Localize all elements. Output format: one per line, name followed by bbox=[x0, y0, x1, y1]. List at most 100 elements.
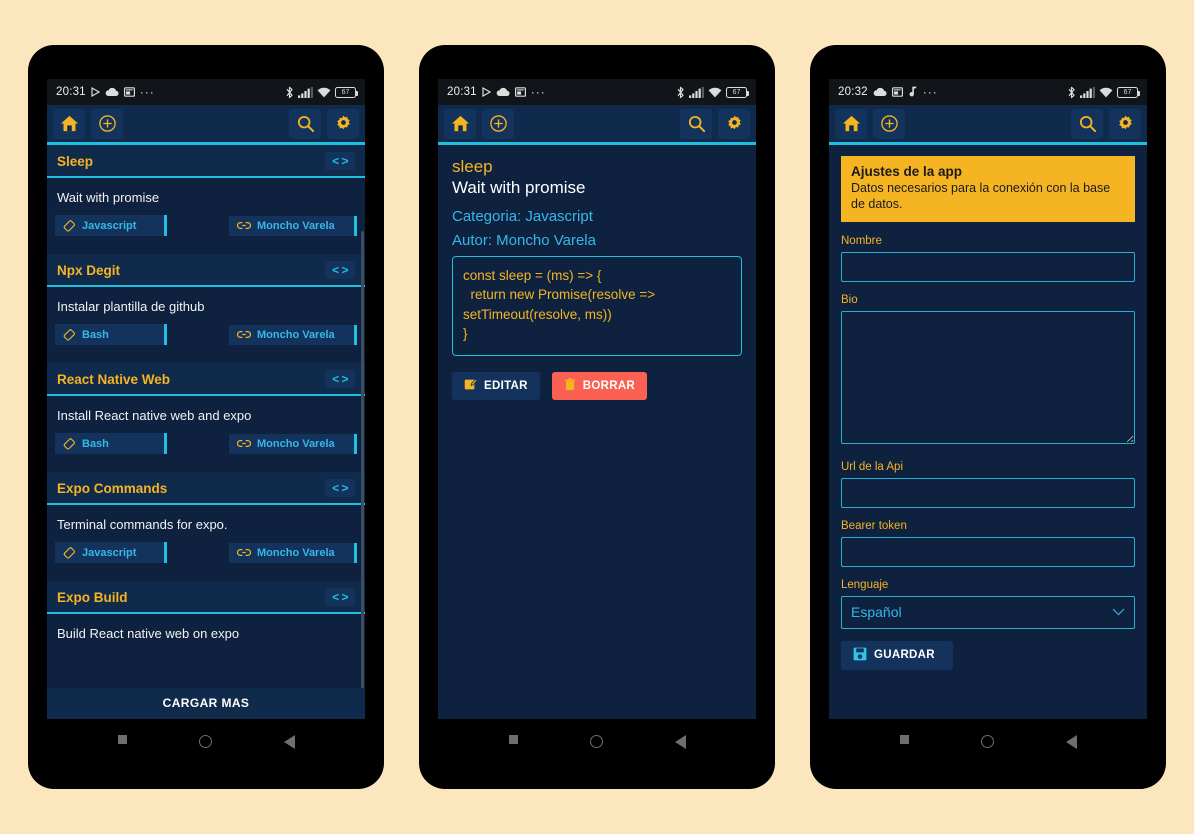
circle-home-icon[interactable] bbox=[589, 735, 603, 748]
language-chip[interactable]: Javascript bbox=[55, 215, 167, 236]
snippet-card[interactable]: Npx Degit < > Instalar plantilla de gith… bbox=[47, 254, 365, 356]
snippet-card[interactable]: Expo Build < > Build React native web on… bbox=[47, 581, 365, 651]
view-code-button[interactable]: < > bbox=[325, 261, 355, 279]
detail-author: Autor: Moncho Varela bbox=[452, 231, 596, 249]
tag-icon bbox=[63, 219, 76, 232]
bluetooth-icon bbox=[285, 86, 294, 99]
search-button[interactable] bbox=[680, 108, 712, 139]
more-dots-icon: ··· bbox=[530, 85, 546, 99]
square-recents-icon[interactable] bbox=[117, 735, 127, 744]
cellular-signal-icon bbox=[1080, 86, 1095, 98]
more-dots-icon: ··· bbox=[922, 85, 938, 99]
list-scrollbar[interactable] bbox=[361, 231, 364, 701]
author-chip[interactable]: Moncho Varela bbox=[229, 433, 357, 454]
play-triangle-icon bbox=[482, 87, 491, 97]
phone-device-1: 20:31 ··· 67 Sleep < > Wait with promise… bbox=[28, 45, 384, 789]
author-chip[interactable]: Moncho Varela bbox=[229, 542, 357, 563]
triangle-back-icon[interactable] bbox=[674, 735, 686, 749]
search-button[interactable] bbox=[1071, 108, 1103, 139]
snippet-description: Wait with promise bbox=[47, 178, 365, 215]
snippet-card[interactable]: React Native Web < > Install React nativ… bbox=[47, 363, 365, 465]
view-code-button[interactable]: < > bbox=[325, 588, 355, 606]
android-nav-bar bbox=[829, 719, 1147, 787]
edit-button[interactable]: EDITAR bbox=[452, 371, 540, 400]
link-icon bbox=[237, 220, 251, 231]
add-circle-button[interactable] bbox=[482, 108, 514, 139]
view-code-button[interactable]: < > bbox=[325, 479, 355, 497]
pencil-edit-icon bbox=[464, 378, 478, 394]
android-nav-bar bbox=[47, 719, 365, 787]
status-bar-right: 67 bbox=[285, 86, 359, 99]
cloud-icon bbox=[873, 87, 887, 97]
language-chip[interactable]: Javascript bbox=[55, 542, 167, 563]
add-circle-button[interactable] bbox=[91, 108, 123, 139]
settings-gear-button[interactable] bbox=[327, 108, 359, 139]
snippet-description: Build React native web on expo bbox=[47, 614, 365, 651]
home-button[interactable] bbox=[53, 108, 85, 139]
snippet-card[interactable]: Expo Commands < > Terminal commands for … bbox=[47, 472, 365, 574]
screenshot-stage: 20:31 ··· 67 Sleep < > Wait with promise… bbox=[0, 0, 1194, 834]
snippet-chips: Bash Moncho Varela bbox=[47, 324, 365, 356]
snippet-chips: Javascript Moncho Varela bbox=[47, 215, 365, 247]
snippet-card[interactable]: Sleep < > Wait with promise Javascript M… bbox=[47, 145, 365, 247]
bearer-token-input[interactable] bbox=[841, 536, 1135, 567]
app-bar bbox=[47, 105, 365, 145]
cellular-signal-icon bbox=[298, 86, 313, 98]
media-card-icon bbox=[123, 87, 135, 97]
triangle-back-icon[interactable] bbox=[1065, 735, 1077, 749]
add-circle-button[interactable] bbox=[873, 108, 905, 139]
nombre-input[interactable] bbox=[841, 251, 1135, 282]
view-code-button[interactable]: < > bbox=[325, 152, 355, 170]
language-label: Javascript bbox=[82, 219, 137, 232]
tag-icon bbox=[63, 328, 76, 341]
triangle-back-icon[interactable] bbox=[283, 735, 295, 749]
field-label: Nombre bbox=[841, 234, 882, 247]
android-nav-bar bbox=[438, 719, 756, 787]
settings-gear-button[interactable] bbox=[1109, 108, 1141, 139]
language-chip[interactable]: Bash bbox=[55, 324, 167, 345]
snippet-title: React Native Web bbox=[57, 371, 171, 387]
load-more-button[interactable]: CARGAR MAS bbox=[47, 688, 365, 719]
search-button[interactable] bbox=[289, 108, 321, 139]
trash-icon bbox=[564, 378, 576, 394]
bio-textarea[interactable] bbox=[841, 310, 1135, 444]
circle-home-icon[interactable] bbox=[980, 735, 994, 748]
settings-notice: Ajustes de la app Datos necesarios para … bbox=[841, 156, 1135, 222]
bluetooth-icon bbox=[676, 86, 685, 99]
snippet-card-header: Npx Degit < > bbox=[47, 254, 365, 287]
view-code-button[interactable]: < > bbox=[325, 370, 355, 388]
home-button[interactable] bbox=[835, 108, 867, 139]
square-recents-icon[interactable] bbox=[899, 735, 909, 744]
author-chip[interactable]: Moncho Varela bbox=[229, 215, 357, 236]
tag-icon bbox=[63, 546, 76, 559]
url-api-input[interactable] bbox=[841, 477, 1135, 508]
home-button[interactable] bbox=[444, 108, 476, 139]
form-field-lenguaje: Lenguaje Español bbox=[841, 579, 1135, 629]
lenguaje-select[interactable]: Español bbox=[841, 595, 1135, 629]
snippet-list-body[interactable]: Sleep < > Wait with promise Javascript M… bbox=[47, 145, 365, 719]
settings-body[interactable]: Ajustes de la app Datos necesarios para … bbox=[829, 145, 1147, 719]
status-bar-right: 67 bbox=[676, 86, 750, 99]
chevron-down-icon bbox=[1112, 605, 1125, 619]
square-recents-icon[interactable] bbox=[508, 735, 518, 744]
author-label: Moncho Varela bbox=[257, 546, 335, 559]
status-bar-left: 20:31 ··· bbox=[56, 85, 155, 99]
settings-gear-button[interactable] bbox=[718, 108, 750, 139]
circle-home-icon[interactable] bbox=[198, 735, 212, 748]
language-chip[interactable]: Bash bbox=[55, 433, 167, 454]
form-field-nombre: Nombre bbox=[841, 235, 1135, 282]
battery-level: 67 bbox=[1123, 88, 1132, 96]
author-chip[interactable]: Moncho Varela bbox=[229, 324, 357, 345]
link-icon bbox=[237, 547, 251, 558]
bluetooth-icon bbox=[1067, 86, 1076, 99]
snippet-description: Instalar plantilla de github bbox=[47, 287, 365, 324]
media-card-icon bbox=[891, 87, 903, 97]
battery-icon: 67 bbox=[726, 86, 750, 98]
delete-button[interactable]: BORRAR bbox=[551, 371, 648, 400]
snippet-card-header: React Native Web < > bbox=[47, 363, 365, 396]
snippet-card-header: Expo Commands < > bbox=[47, 472, 365, 505]
save-button[interactable]: GUARDAR bbox=[841, 640, 953, 670]
form-field-bearer-token: Bearer token bbox=[841, 520, 1135, 567]
field-label: Bio bbox=[841, 293, 858, 306]
author-label: Moncho Varela bbox=[257, 437, 335, 450]
